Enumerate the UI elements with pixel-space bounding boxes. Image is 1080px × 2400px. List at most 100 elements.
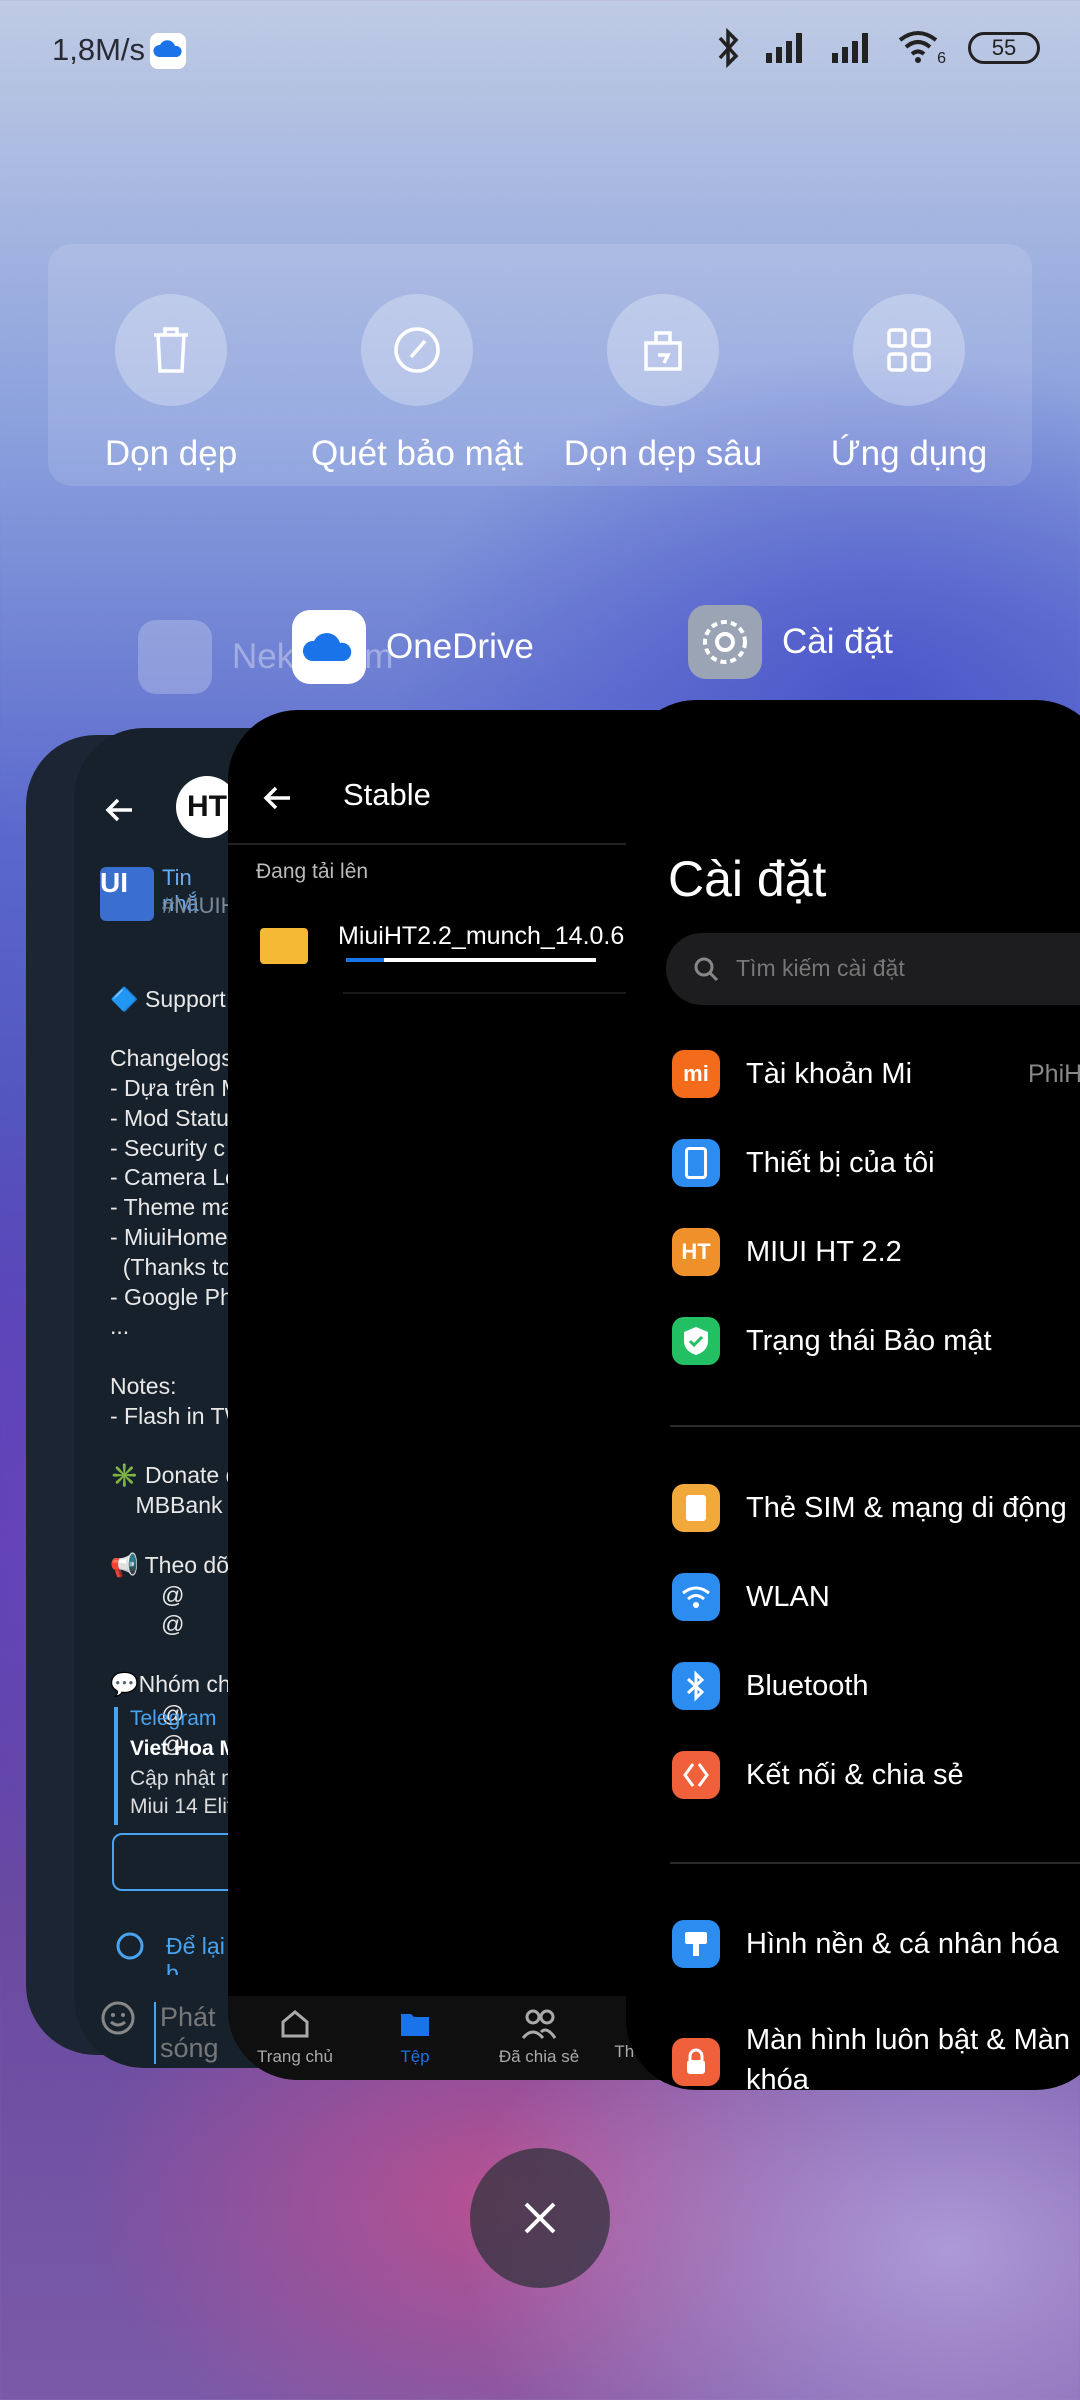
message-input[interactable]: Phát sóng bbox=[154, 2002, 234, 2064]
deep-clean-label: Dọn dẹp sâu bbox=[563, 434, 763, 473]
tab-shared[interactable]: Đã chia sẻ bbox=[484, 2006, 594, 2067]
preview-line-2: Miui 14 Elite bbox=[130, 1795, 234, 1818]
signal-1-icon bbox=[766, 33, 802, 63]
security-scan-label: Quét bảo mật bbox=[310, 434, 524, 473]
setting-miui-ht-label: MIUI HT 2.2 bbox=[746, 1235, 902, 1268]
deep-clean-icon bbox=[607, 294, 719, 406]
tab-shared-label: Đã chia sẻ bbox=[498, 2047, 580, 2066]
setting-always-on-display-label: Màn hình luôn bật & Màn hì khóa bbox=[746, 2024, 1080, 2096]
back-arrow-icon[interactable] bbox=[102, 792, 138, 828]
setting-connection-sharing[interactable]: Kết nối & chia sẻ bbox=[672, 1751, 964, 1799]
setting-mi-account[interactable]: mi Tài khoản Mi PhiH bbox=[672, 1050, 1080, 1098]
wifi-icon: 6 bbox=[896, 28, 946, 68]
deep-clean-button[interactable]: Dọn dẹp sâu bbox=[540, 294, 786, 474]
onedrive-label: OneDrive bbox=[386, 627, 534, 666]
message-body: 🔷 Support Changelogs - Dựa trên M- Mod St… bbox=[110, 985, 234, 1757]
settings-divider bbox=[670, 1425, 1080, 1427]
setting-sim[interactable]: Thẻ SIM & mạng di động bbox=[672, 1484, 1067, 1532]
settings-card[interactable]: Cài đặt Tìm kiếm cài đặt bbox=[626, 700, 1080, 2090]
wallpaper-icon bbox=[672, 1920, 720, 1968]
recent-app-settings[interactable]: Cài đặt bbox=[688, 605, 893, 679]
file-row-divider bbox=[343, 992, 643, 994]
clean-button[interactable]: Dọn dẹp bbox=[48, 294, 294, 474]
search-icon bbox=[694, 957, 719, 982]
quick-actions-panel: Dọn dẹp Quét bảo mật Dọn dẹp sâu Ứng dụn… bbox=[48, 244, 1032, 486]
settings-search-bar[interactable]: Tìm kiếm cài đặt bbox=[666, 933, 1080, 1005]
network-speed: 1,8M/s bbox=[52, 32, 146, 67]
device-icon bbox=[672, 1139, 720, 1187]
setting-wlan[interactable]: WLAN bbox=[672, 1573, 830, 1621]
tab-files[interactable]: Tệp bbox=[360, 2006, 470, 2067]
emoji-icon[interactable] bbox=[100, 2000, 136, 2036]
battery-indicator: 55 bbox=[968, 32, 1040, 64]
telegram-chat-content: UI Tin nhắ #MIUIH 🔷 Support Changelogs - … bbox=[74, 855, 234, 1975]
bluetooth-icon bbox=[672, 1662, 720, 1710]
share-icon bbox=[672, 1751, 720, 1799]
setting-security-status[interactable]: Trạng thái Bảo mật bbox=[672, 1317, 992, 1365]
setting-miui-ht[interactable]: HT MIUI HT 2.2 bbox=[672, 1228, 902, 1276]
close-icon bbox=[524, 2202, 556, 2234]
tab-files-label: Tệp bbox=[400, 2047, 430, 2066]
folder-title: Stable bbox=[343, 777, 431, 812]
setting-always-on-display[interactable]: Màn hình luôn bật & Màn hì khóa bbox=[672, 2020, 1080, 2100]
settings-divider bbox=[670, 1862, 1080, 1864]
uploading-section-label: Đang tải lên bbox=[256, 860, 369, 883]
status-bar: 1,8M/s 6 55 bbox=[0, 0, 1080, 100]
wifi-badge: 6 bbox=[937, 50, 946, 67]
setting-my-device-label: Thiết bị của tôi bbox=[746, 1146, 935, 1179]
sim-icon bbox=[672, 1484, 720, 1532]
recent-app-onedrive[interactable]: OneDrive bbox=[292, 610, 534, 684]
battery-level: 55 bbox=[991, 35, 1017, 60]
apps-grid-icon bbox=[853, 294, 965, 406]
mi-account-icon: mi bbox=[672, 1050, 720, 1098]
preview-line-1: Cập nhật m bbox=[130, 1767, 234, 1790]
apps-label: Ứng dụng bbox=[830, 434, 988, 473]
folder-icon bbox=[401, 2014, 429, 2036]
onedrive-icon bbox=[292, 610, 366, 684]
setting-wallpaper[interactable]: Hình nền & cá nhân hóa bbox=[672, 1920, 1059, 1968]
settings-title: Cài đặt bbox=[668, 851, 827, 907]
preview-title: Viet Hoa M bbox=[130, 1737, 234, 1760]
onedrive-notification-icon bbox=[150, 33, 186, 69]
nekogram-icon bbox=[138, 620, 212, 694]
setting-wlan-label: WLAN bbox=[746, 1580, 830, 1613]
setting-sim-label: Thẻ SIM & mạng di động bbox=[746, 1491, 1067, 1524]
miui-ht-icon: HT bbox=[672, 1228, 720, 1276]
lock-icon bbox=[672, 2038, 720, 2086]
security-scan-button[interactable]: Quét bảo mật bbox=[294, 294, 540, 474]
home-icon bbox=[281, 2010, 309, 2038]
folder-icon bbox=[260, 928, 308, 964]
wifi-icon bbox=[672, 1573, 720, 1621]
upload-progress-fill bbox=[346, 958, 384, 962]
leave-comment-link[interactable]: Để lại b bbox=[166, 1933, 234, 1975]
message-input-bar: Phát sóng bbox=[74, 1990, 234, 2064]
settings-search-input[interactable]: Tìm kiếm cài đặt bbox=[736, 955, 905, 982]
clean-label: Dọn dẹp bbox=[104, 434, 238, 473]
setting-mi-account-value: PhiH bbox=[1028, 1059, 1080, 1088]
tab-home[interactable]: Trang chủ bbox=[240, 2006, 350, 2067]
scan-icon bbox=[361, 294, 473, 406]
channel-hashtag: #MIUIH bbox=[162, 893, 234, 918]
setting-connection-sharing-label: Kết nối & chia sẻ bbox=[746, 1758, 964, 1791]
shield-check-icon bbox=[672, 1317, 720, 1365]
setting-security-status-label: Trạng thái Bảo mật bbox=[746, 1324, 992, 1357]
back-arrow-icon[interactable] bbox=[260, 780, 296, 816]
channel-banner-icon: UI bbox=[100, 867, 154, 921]
settings-gear-icon bbox=[688, 605, 762, 679]
setting-my-device[interactable]: Thiết bị của tôi bbox=[672, 1139, 935, 1187]
setting-mi-account-label: Tài khoản Mi bbox=[746, 1057, 913, 1090]
link-preview[interactable]: Telegram Viet Hoa M Cập nhật m Miui 14 E… bbox=[114, 1707, 234, 1825]
trash-icon bbox=[115, 294, 227, 406]
bluetooth-icon bbox=[718, 28, 739, 68]
comment-icon bbox=[116, 1932, 144, 1960]
apps-button[interactable]: Ứng dụng bbox=[786, 294, 1032, 474]
upload-file-name: MiuiHT2.2_munch_14.0.6.0 bbox=[338, 922, 646, 950]
header-divider bbox=[228, 843, 628, 845]
view-button[interactable] bbox=[112, 1833, 234, 1891]
setting-bluetooth-label: Bluetooth bbox=[746, 1669, 869, 1702]
settings-app-label: Cài đặt bbox=[782, 622, 893, 661]
close-all-button[interactable] bbox=[470, 2148, 610, 2288]
people-icon bbox=[521, 2009, 557, 2040]
setting-bluetooth[interactable]: Bluetooth bbox=[672, 1662, 869, 1710]
setting-wallpaper-label: Hình nền & cá nhân hóa bbox=[746, 1927, 1059, 1960]
